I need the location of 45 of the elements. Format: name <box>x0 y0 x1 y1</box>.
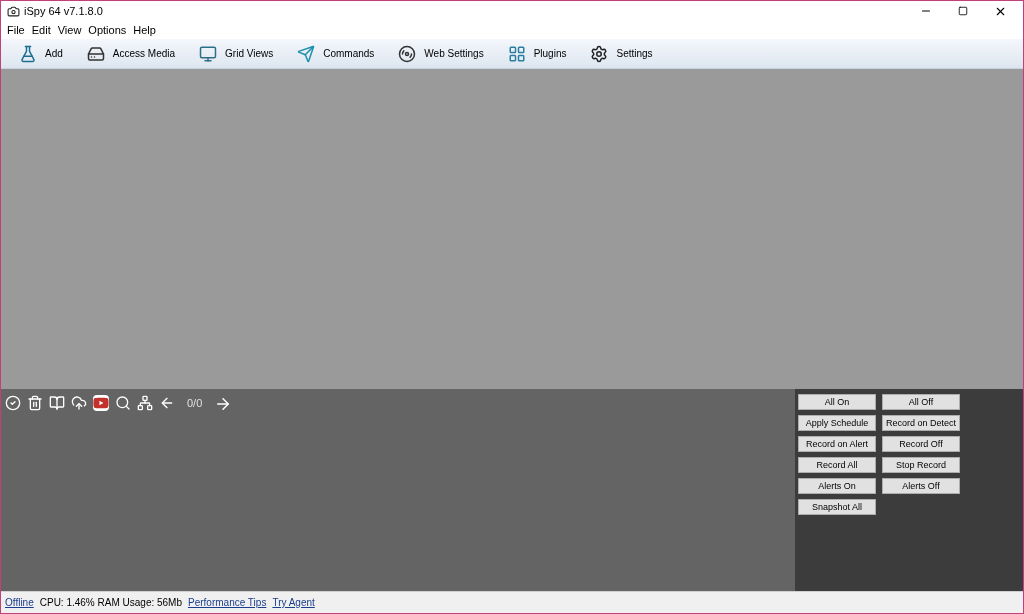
toolbar-button[interactable]: Access Media <box>86 44 176 63</box>
paper-plane-icon <box>297 44 316 63</box>
menu-item[interactable]: Options <box>86 21 129 39</box>
command-button[interactable]: Apply Schedule <box>798 415 876 431</box>
status-text: CPU: 1.46% RAM Usage: 56Mb <box>39 596 182 610</box>
menu-item[interactable]: View <box>55 21 84 39</box>
grid-icon <box>507 44 526 63</box>
command-button[interactable]: Record Off <box>882 436 960 452</box>
command-button[interactable]: All Off <box>882 394 960 410</box>
app-icon <box>7 4 20 18</box>
toolbar-button[interactable]: Web Settings <box>398 44 484 63</box>
toolbar-button[interactable]: Commands <box>297 44 375 63</box>
video-icon[interactable] <box>93 395 109 411</box>
menu-item[interactable]: Edit <box>29 21 53 39</box>
command-button[interactable]: Record All <box>798 457 876 473</box>
command-button[interactable]: Record on Alert <box>798 436 876 452</box>
trash-icon[interactable] <box>27 395 43 411</box>
flask-icon <box>19 44 37 63</box>
maximize-icon[interactable] <box>958 6 968 16</box>
window-title: iSpy 64 v7.1.8.0 <box>24 3 103 19</box>
toolbar-button[interactable]: Settings <box>590 44 653 63</box>
menu-item[interactable]: Help <box>131 21 158 39</box>
command-button[interactable]: Record on Detect <box>882 415 960 431</box>
toolbar-button[interactable]: Add <box>19 44 63 63</box>
status-link[interactable]: Performance Tips <box>188 595 267 610</box>
command-button[interactable]: All On <box>798 394 876 410</box>
network-icon[interactable] <box>137 395 153 411</box>
disc-icon <box>398 44 417 63</box>
menu-item[interactable]: File <box>5 21 27 39</box>
toolbar-button[interactable]: Plugins <box>507 44 567 63</box>
toolbar-button[interactable]: Grid Views <box>199 44 274 63</box>
status-link[interactable]: Try Agent <box>272 595 315 610</box>
command-button[interactable]: Alerts On <box>798 478 876 494</box>
check-icon[interactable] <box>5 395 21 411</box>
cloud-upload-icon[interactable] <box>71 395 87 411</box>
drive-icon <box>86 44 105 63</box>
monitor-icon <box>199 44 218 63</box>
search-icon[interactable] <box>115 395 131 411</box>
book-icon[interactable] <box>49 395 65 411</box>
command-button[interactable]: Alerts Off <box>882 478 960 494</box>
command-button[interactable]: Stop Record <box>882 457 960 473</box>
status-link[interactable]: Offline <box>5 595 34 610</box>
command-button[interactable]: Snapshot All <box>798 499 876 515</box>
settings-icon <box>590 44 609 63</box>
page-counter: 0/0 <box>186 396 204 411</box>
